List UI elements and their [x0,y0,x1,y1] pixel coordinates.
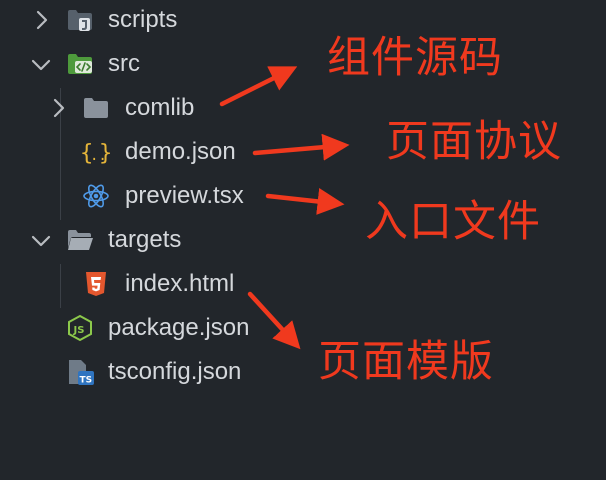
annotation-page-protocol: 页面协议 [386,117,562,167]
tree-item-label: scripts [108,6,178,33]
folder-script-icon [66,6,94,34]
tree-item-scripts[interactable]: scripts [0,1,290,41]
file-explorer: scripts src comlib {..} demo.json prev… [0,0,606,480]
tree-item-label: comlib [125,94,195,121]
tree-item-src[interactable]: src [0,45,290,85]
typescript-config-icon: TS [66,358,94,386]
tree-item-targets[interactable]: targets [0,221,290,261]
chevron-right-icon[interactable] [28,7,54,33]
tree-item-label: src [108,50,140,77]
tree-item-index-html[interactable]: index.html [0,265,290,305]
folder-open-icon [66,226,94,254]
tree-item-package-json[interactable]: JS package.json [0,309,290,349]
annotation-page-template: 页面模版 [318,337,494,387]
json-braces-icon: { .. } [80,138,112,166]
nodejs-icon: JS [66,314,94,342]
annotation-entry-file: 入口文件 [365,197,541,247]
tree-item-tsconfig-json[interactable]: TS tsconfig.json [0,353,290,393]
tree-item-label: tsconfig.json [108,358,242,385]
annotation-component-source: 组件源码 [327,33,503,83]
tree-item-label: preview.tsx [125,182,244,209]
html5-icon [82,270,110,298]
tree-item-label: targets [108,226,182,253]
svg-text:TS: TS [80,376,93,386]
tree-item-label: demo.json [125,138,236,165]
chevron-down-icon[interactable] [28,227,54,253]
tree-item-comlib[interactable]: comlib [0,89,290,129]
tree-item-preview-tsx[interactable]: preview.tsx [0,177,290,217]
tree-item-label: index.html [125,270,235,297]
chevron-right-icon[interactable] [45,95,71,121]
svg-text:JS: JS [73,325,85,336]
svg-text:}: } [99,141,112,166]
folder-icon [82,94,110,122]
folder-src-icon [66,50,94,78]
react-icon [82,182,110,210]
chevron-down-icon[interactable] [28,51,54,77]
tree-item-label: package.json [108,314,250,341]
tree-item-demo-json[interactable]: { .. } demo.json [0,133,290,173]
